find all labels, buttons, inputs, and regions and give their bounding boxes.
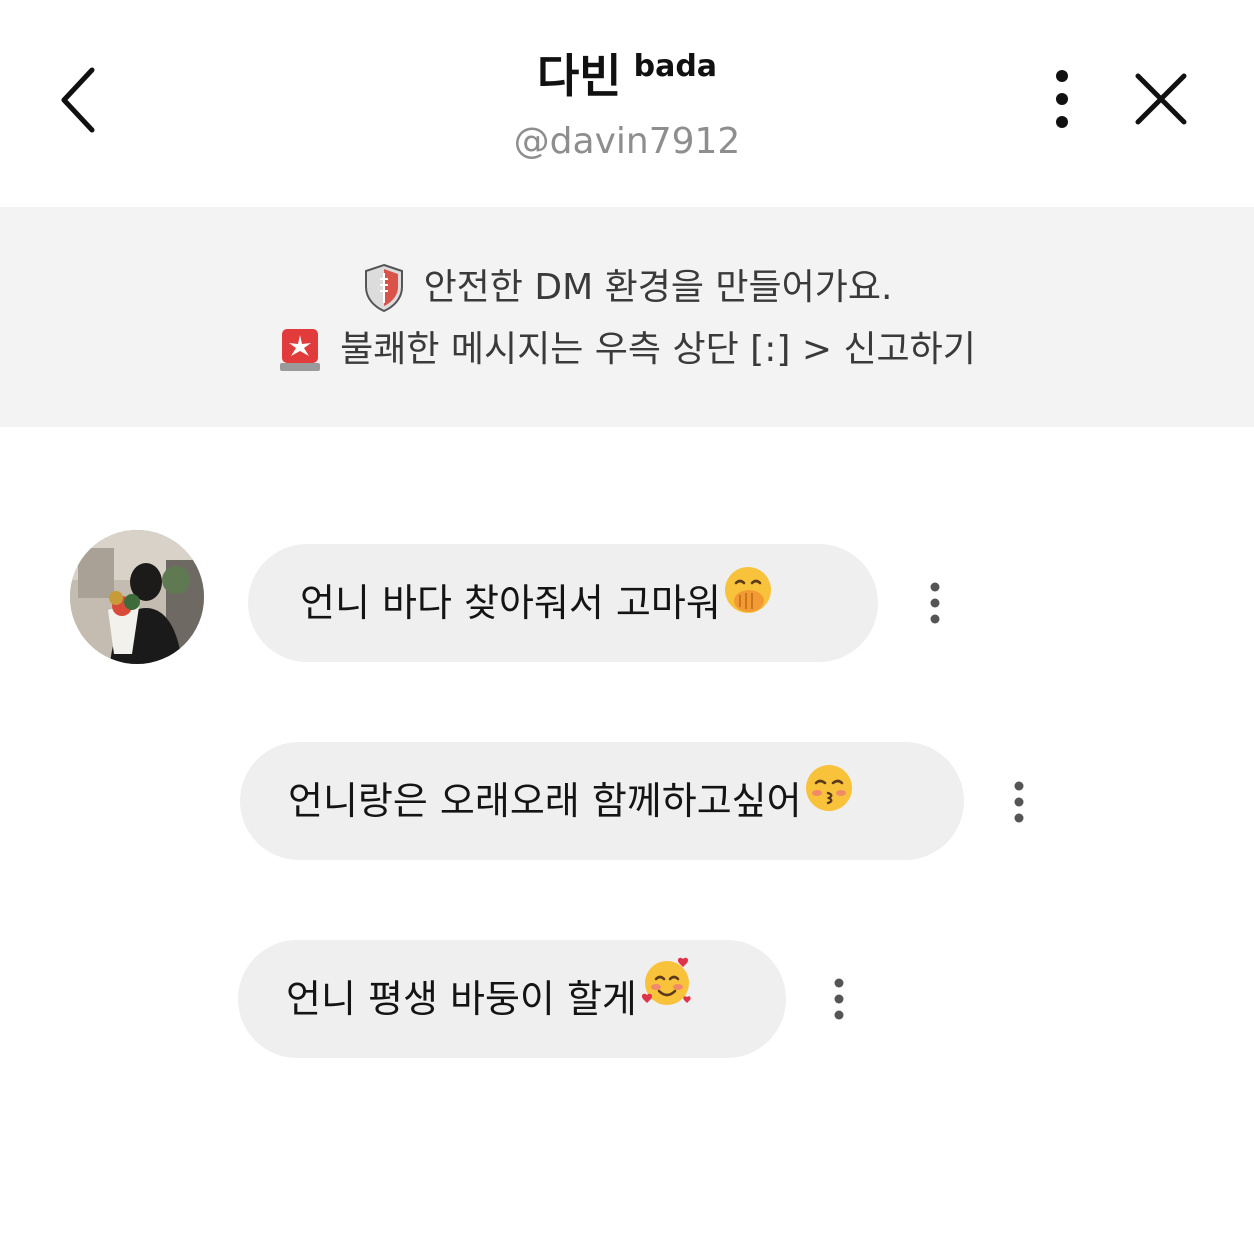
message-more-button[interactable] (824, 969, 854, 1029)
close-icon (1135, 73, 1187, 125)
message-text: 언니 평생 바둥이 할게 (286, 977, 637, 1021)
message-more-button[interactable] (1004, 772, 1034, 832)
contact-tag: bada (633, 49, 718, 84)
close-button[interactable] (1128, 66, 1194, 132)
contact-avatar[interactable] (70, 530, 204, 664)
safety-notice-banner: 안전한 DM 환경을 만들어가요. 불쾌한 메시지는 우측 상단 [:] > 신… (0, 207, 1254, 427)
hand-over-mouth-emoji (723, 543, 773, 661)
contact-name: 다빈 (536, 49, 622, 103)
message-more-button[interactable] (920, 573, 950, 633)
shield-icon (362, 263, 406, 313)
siren-icon (278, 325, 322, 375)
chat-header: 다빈 bada @davin7912 (0, 0, 1254, 206)
message-text: 언니 바다 찾아줘서 고마워 (300, 581, 721, 625)
more-vertical-icon (834, 978, 844, 1020)
more-vertical-icon (930, 582, 940, 624)
message-bubble[interactable]: 언니랑은 오래오래 함께하고싶어 (240, 742, 964, 860)
more-vertical-icon (1056, 70, 1068, 128)
notice-text-2: 불쾌한 메시지는 우측 상단 [:] > 신고하기 (340, 329, 976, 370)
notice-line-1: 안전한 DM 환경을 만들어가요. (0, 263, 1254, 313)
notice-line-2: 불쾌한 메시지는 우측 상단 [:] > 신고하기 (0, 325, 1254, 375)
notice-text-1: 안전한 DM 환경을 만들어가요. (423, 267, 893, 308)
message-bubble[interactable]: 언니 평생 바둥이 할게 (238, 940, 786, 1058)
message-bubble[interactable]: 언니 바다 찾아줘서 고마워 (248, 544, 878, 662)
message-text: 언니랑은 오래오래 함께하고싶어 (288, 779, 802, 823)
more-vertical-icon (1014, 781, 1024, 823)
kissing-face-emoji (804, 741, 854, 859)
more-options-button[interactable] (1040, 66, 1084, 132)
smiling-face-with-hearts-emoji (639, 939, 695, 1057)
